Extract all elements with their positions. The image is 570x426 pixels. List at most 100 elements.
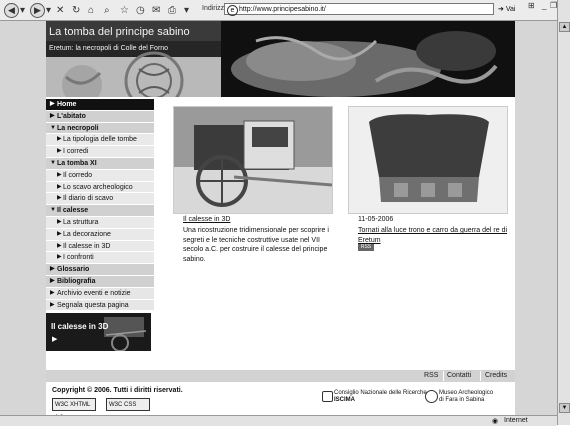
nav-item-label: Bibliografia bbox=[57, 277, 96, 285]
nav-item-home[interactable]: ▶ Home bbox=[46, 99, 154, 111]
museum-name: Museo Archeologico bbox=[439, 390, 494, 396]
forward-dropdown-icon[interactable]: ▾ bbox=[46, 3, 51, 17]
nav-item-label: Lo scavo archeologico bbox=[63, 183, 133, 191]
scroll-up-icon[interactable]: ▲ bbox=[559, 22, 570, 32]
nav-item-tomba-xi[interactable]: ▼ La tomba XI bbox=[46, 157, 154, 170]
nav-arrow-icon: ▶ bbox=[57, 136, 62, 143]
back-arrow-icon: ◀ bbox=[4, 2, 19, 18]
nav-arrow-icon: ▶ bbox=[57, 183, 62, 190]
nav-item-confronti[interactable]: ▶ I confronti bbox=[46, 252, 154, 265]
nav-item-abitato[interactable]: ▶ L'abitato bbox=[46, 110, 154, 123]
cnr-institute: ISCIMA bbox=[334, 397, 355, 403]
mail-icon[interactable]: ✉ bbox=[152, 3, 160, 17]
go-label: Vai bbox=[505, 6, 516, 13]
internet-zone-icon: ◉ bbox=[492, 418, 499, 425]
browser-status-bar: ◉ Internet bbox=[0, 415, 557, 426]
back-dropdown-icon[interactable]: ▾ bbox=[20, 3, 25, 17]
nav-arrow-icon: ▶ bbox=[57, 148, 62, 155]
print-icon[interactable]: ⎙ bbox=[168, 3, 176, 17]
nav-item-necropoli[interactable]: ▼ La necropoli bbox=[46, 122, 154, 135]
cnr-name: Consiglio Nazionale delle Ricerche bbox=[334, 390, 427, 396]
go-button[interactable]: ➜ Vai bbox=[498, 3, 518, 16]
calesse-3d-promo-banner[interactable]: Il calesse in 3D ▶ bbox=[46, 313, 151, 351]
site-container: La tomba del principe sabino Eretum: la … bbox=[46, 21, 515, 421]
nav-item-calesse[interactable]: ▼ Il calesse bbox=[46, 205, 154, 217]
news-date: 11-05-2006 bbox=[358, 216, 394, 223]
windows-logo-icon: ⊞ bbox=[528, 1, 535, 10]
w3c-css-badge[interactable]: W3C CSS bbox=[106, 398, 150, 411]
vertical-scrollbar[interactable]: ▲ ▼ bbox=[557, 0, 570, 425]
nav-arrow-icon: ▶ bbox=[50, 289, 55, 296]
footer-link-rss[interactable]: RSS bbox=[424, 371, 438, 381]
nav-arrow-icon: ▶ bbox=[50, 266, 55, 273]
museum-emblem-icon bbox=[425, 390, 438, 403]
nav-item-calesse-3d[interactable]: ▶ Il calesse in 3D bbox=[46, 240, 154, 253]
url-text: http://www.principesabino.it/ bbox=[239, 6, 326, 13]
nav-item-label: I corredi bbox=[63, 148, 89, 156]
copyright-text: Copyright © 2006. Tutti i diritti riserv… bbox=[52, 387, 183, 394]
footer-divider bbox=[443, 371, 444, 381]
nav-item-struttura[interactable]: ▶ La struttura bbox=[46, 216, 154, 229]
back-button[interactable]: ◀ bbox=[4, 2, 19, 18]
footer-link-credits[interactable]: Credits bbox=[485, 371, 507, 381]
calesse-3d-image[interactable] bbox=[173, 106, 333, 214]
site-header: La tomba del principe sabino Eretum: la … bbox=[46, 21, 515, 97]
nav-arrow-icon: ▶ bbox=[57, 218, 62, 225]
nav-item-scavo-archeologico[interactable]: ▶ Lo scavo archeologico bbox=[46, 181, 154, 194]
nav-expanded-icon: ▼ bbox=[50, 159, 56, 166]
nav-item-corredi[interactable]: ▶ I corredi bbox=[46, 146, 154, 158]
nav-arrow-icon: ▶ bbox=[50, 301, 55, 308]
stop-icon[interactable]: ✕ bbox=[56, 3, 64, 17]
search-icon[interactable]: ⌕ bbox=[104, 3, 110, 17]
address-bar[interactable]: e http://www.principesabino.it/ bbox=[224, 3, 494, 16]
history-icon[interactable]: ◷ bbox=[136, 3, 145, 17]
news-title-calesse-3d[interactable]: Il calesse in 3D bbox=[183, 216, 230, 223]
scroll-down-icon[interactable]: ▼ bbox=[559, 403, 570, 413]
nav-item-glossario[interactable]: ▶ Glossario bbox=[46, 264, 154, 276]
sidebar-nav: ▶ Home ▶ L'abitato ▼ La necropoli ▶ La tipol… bbox=[46, 99, 154, 312]
cnr-emblem-icon bbox=[322, 391, 333, 402]
ie-page-icon: e bbox=[227, 5, 238, 16]
nav-item-label: La tomba XI bbox=[57, 159, 97, 167]
nav-item-decorazione[interactable]: ▶ La decorazione bbox=[46, 228, 154, 241]
w3c-xhtml-badge[interactable]: W3C XHTML 1.0 bbox=[52, 398, 96, 421]
nav-item-diario-scavo[interactable]: ▶ Il diario di scavo bbox=[46, 193, 154, 206]
cnr-logo[interactable]: Consiglio Nazionale delle Ricerche ISCIM… bbox=[322, 390, 427, 404]
nav-item-tipologia-tombe[interactable]: ▶ La tipologia delle tombe bbox=[46, 134, 154, 147]
nav-item-label: I confronti bbox=[63, 254, 94, 262]
favorites-star-icon[interactable]: ☆ bbox=[120, 3, 129, 17]
footer-divider bbox=[480, 371, 481, 381]
nav-arrow-icon: ▶ bbox=[57, 254, 62, 261]
nav-item-bibliografia[interactable]: ▶ Bibliografia bbox=[46, 275, 154, 288]
nav-arrow-icon: ▶ bbox=[50, 101, 55, 107]
go-arrow-icon: ➜ bbox=[498, 6, 504, 13]
museum-logo[interactable]: Museo Archeologico di Fara in Sabina bbox=[425, 390, 494, 404]
forward-button[interactable]: ▶ bbox=[30, 2, 45, 18]
nav-item-segnala[interactable]: ▶ Segnala questa pagina bbox=[46, 299, 154, 312]
page-viewport: La tomba del principe sabino Eretum: la … bbox=[0, 21, 557, 421]
trono-image[interactable] bbox=[348, 106, 508, 214]
news-title-trono[interactable]: Tornati alla luce trono e carro da guerr… bbox=[358, 226, 508, 245]
nav-item-label: Home bbox=[57, 101, 77, 108]
museum-location: di Fara in Sabina bbox=[439, 397, 485, 403]
minimize-icon[interactable]: _ bbox=[542, 1, 546, 10]
nav-arrow-icon: ▶ bbox=[57, 171, 62, 178]
rss-badge[interactable]: RSS bbox=[358, 244, 374, 251]
refresh-icon[interactable]: ↻ bbox=[72, 3, 80, 17]
calesse-thumbnail-image bbox=[104, 317, 147, 351]
nav-item-label: La necropoli bbox=[57, 124, 99, 132]
nav-item-label: Il corredo bbox=[63, 171, 93, 179]
nav-arrow-icon: ▶ bbox=[57, 195, 62, 202]
home-icon[interactable]: ⌂ bbox=[88, 3, 94, 17]
footer-link-contatti[interactable]: Contatti bbox=[447, 371, 471, 381]
site-title: La tomba del principe sabino bbox=[49, 26, 190, 38]
nav-item-label: La tipologia delle tombe bbox=[63, 136, 137, 144]
nav-item-archivio[interactable]: ▶ Archivio eventi e notizie bbox=[46, 287, 154, 300]
print-dropdown-icon[interactable]: ▾ bbox=[184, 3, 189, 17]
nav-item-label: Il calesse bbox=[57, 207, 89, 215]
nav-item-corredo[interactable]: ▶ Il corredo bbox=[46, 169, 154, 182]
browser-toolbar: ◀ ▾ ▶ ▾ ✕ ↻ ⌂ ⌕ ☆ ◷ ✉ ⎙ ▾ Indirizzo e ht… bbox=[0, 0, 570, 21]
nav-expanded-icon: ▼ bbox=[50, 124, 56, 131]
nav-item-label: Segnala questa pagina bbox=[57, 301, 129, 309]
news-description: Una ricostruzione tridimensionale per sc… bbox=[183, 227, 329, 263]
